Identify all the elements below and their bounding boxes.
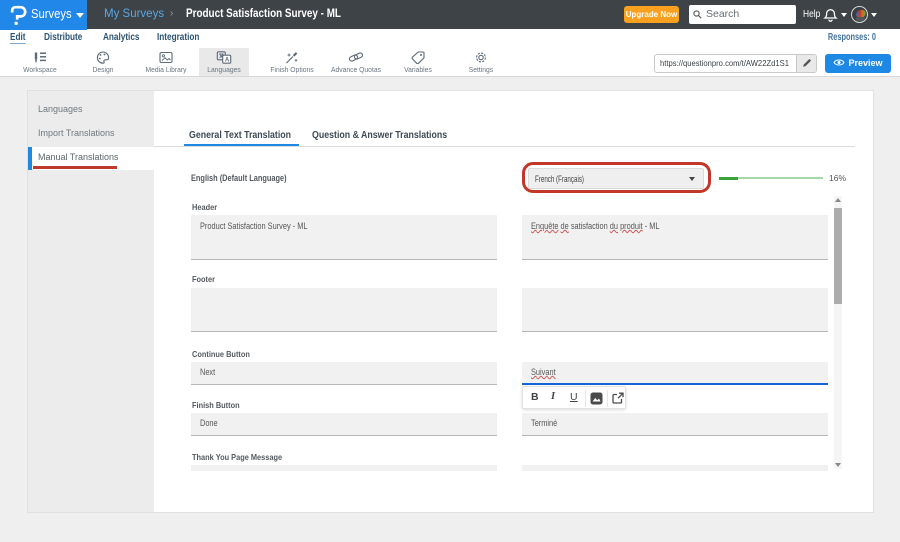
- svg-text:A: A: [225, 58, 230, 64]
